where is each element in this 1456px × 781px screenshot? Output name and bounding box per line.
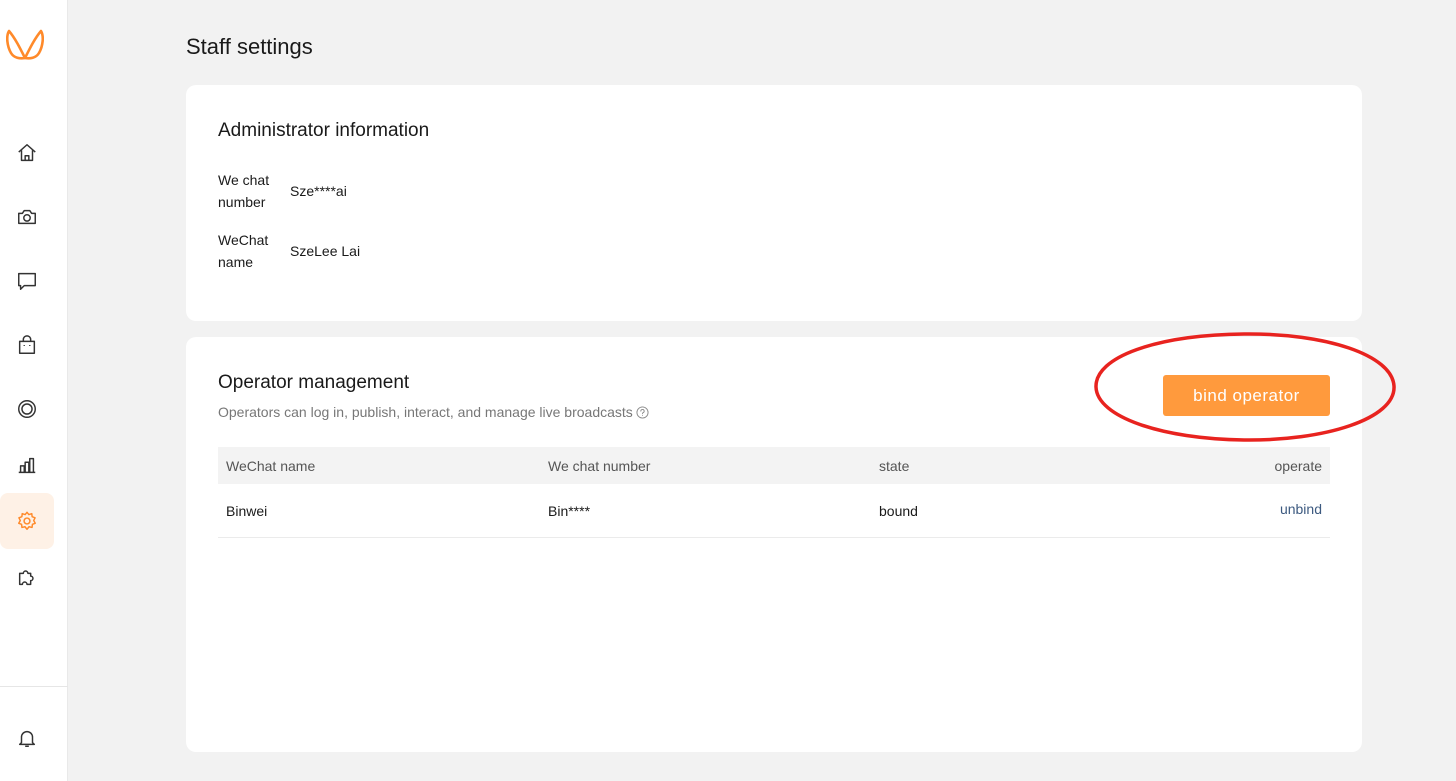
page-title: Staff settings (186, 34, 313, 59)
admin-info-title: Administrator information (218, 120, 430, 141)
sidebar-item-home[interactable] (0, 125, 54, 181)
column-header-state: state (879, 457, 910, 474)
admin-info-card: Administrator information We chat number… (186, 85, 1362, 321)
puzzle-icon (18, 570, 34, 586)
butterfly-logo-icon[interactable] (6, 26, 44, 64)
cell-wechat-number: Bin**** (548, 502, 591, 519)
sidebar-item-shop[interactable] (0, 317, 54, 373)
shopping-bag-icon (18, 335, 36, 354)
admin-wechat-name-value: SzeLee Lai (290, 243, 361, 259)
admin-wechat-name-label: WeChat name (218, 232, 269, 270)
help-icon[interactable] (636, 405, 649, 419)
sidebar-item-settings[interactable] (0, 493, 54, 549)
unbind-link[interactable]: unbind (1280, 501, 1322, 517)
cell-state: bound (879, 502, 918, 519)
admin-wechat-name-row: WeChat name SzeLee Lai (218, 229, 360, 273)
target-icon (18, 400, 36, 418)
camera-icon (18, 209, 36, 225)
admin-wechat-number-value: Sze****ai (290, 183, 347, 199)
table-header: WeChat name We chat number state operate (218, 447, 1330, 484)
column-header-wechat-name: WeChat name (226, 457, 316, 474)
sidebar-item-chat[interactable] (0, 253, 54, 309)
operator-management-description: Operators can log in, publish, interact,… (218, 404, 633, 420)
cell-operate: unbind (1159, 501, 1330, 519)
sidebar-item-plugins[interactable] (0, 549, 54, 605)
operator-management-title: Operator management (218, 372, 410, 393)
cell-wechat-name: Binwei (226, 502, 268, 519)
chat-icon (18, 272, 36, 290)
sidebar-item-camera[interactable] (0, 189, 54, 245)
column-header-operate: operate (1274, 457, 1322, 474)
sidebar (0, 0, 68, 781)
operators-table: WeChat name We chat number state operate… (218, 447, 1330, 538)
sidebar-item-target[interactable] (0, 381, 54, 437)
admin-wechat-number-label: We chat number (218, 172, 270, 210)
admin-wechat-number-row: We chat number Sze****ai (218, 169, 347, 213)
table-row: Binwei Bin**** bound unbind (218, 484, 1330, 538)
bar-chart-icon (18, 457, 36, 474)
home-icon (18, 144, 36, 162)
sidebar-item-analytics[interactable] (0, 437, 54, 493)
bind-operator-button[interactable]: bind operator (1163, 375, 1330, 416)
operator-management-card: Operator management Operators can log in… (186, 337, 1362, 752)
sidebar-divider (0, 686, 68, 687)
sidebar-item-notifications[interactable] (0, 710, 54, 766)
bell-icon (18, 730, 36, 747)
column-header-wechat-number: We chat number (548, 457, 651, 474)
gear-icon (18, 511, 36, 530)
operator-management-subtitle: Operators can log in, publish, interact,… (218, 404, 649, 420)
